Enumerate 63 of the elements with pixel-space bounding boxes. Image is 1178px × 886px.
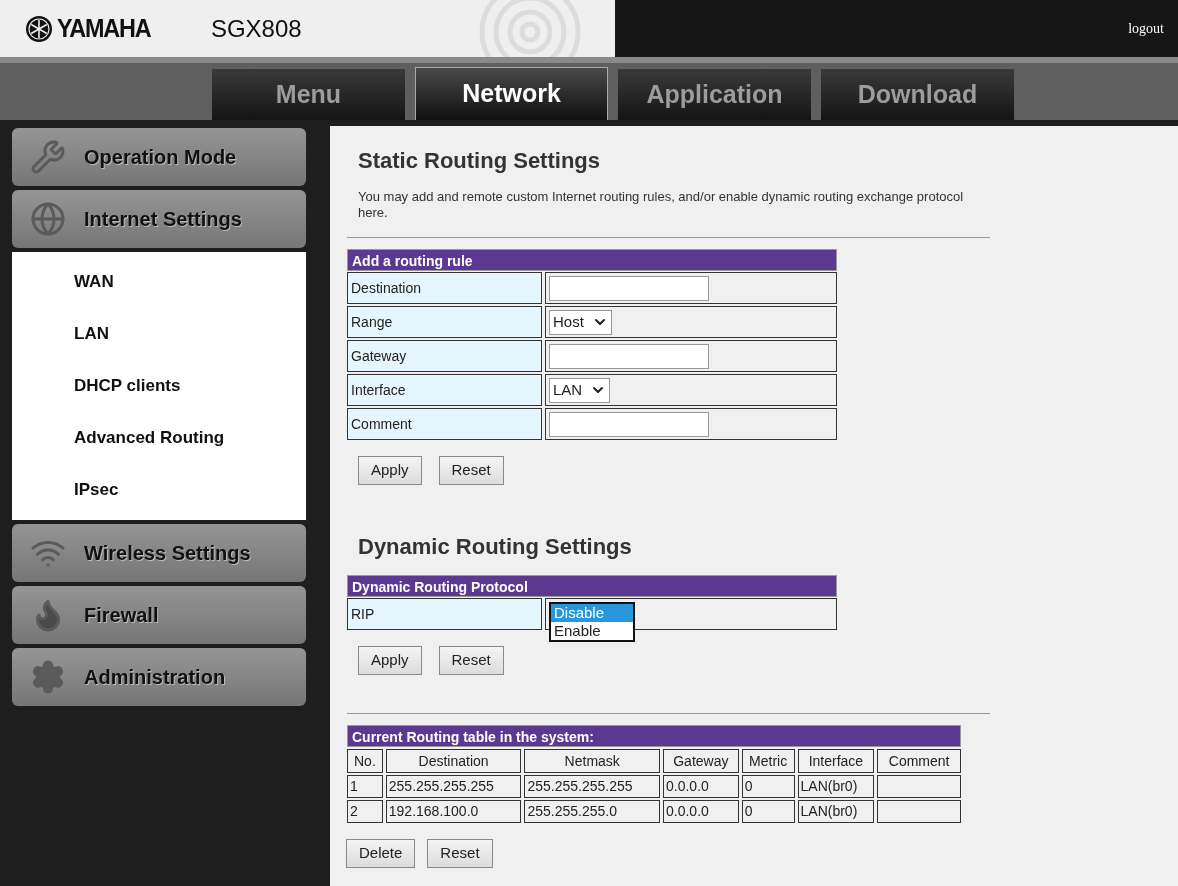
form-button[interactable]: Reset: [438, 456, 504, 485]
field-label: Range: [347, 306, 542, 338]
field-label: RIP: [347, 598, 542, 630]
sidebar-menu-button[interactable]: Wireless Settings: [12, 524, 306, 582]
nav-tab[interactable]: Network: [415, 67, 608, 120]
column-header: Metric: [741, 749, 795, 773]
submenu-item[interactable]: Advanced Routing: [12, 412, 306, 464]
table-cell: LAN(br0): [797, 775, 875, 798]
text-input-field[interactable]: [549, 343, 709, 369]
model-name: SGX808: [210, 13, 302, 44]
brand-logo-text: YAMAHA: [57, 12, 151, 45]
wrench-icon: [30, 139, 66, 175]
text-input-field[interactable]: [549, 275, 709, 301]
submenu-item[interactable]: IPsec: [12, 464, 306, 516]
logout-link[interactable]: logout: [1128, 18, 1164, 39]
field-label: Destination: [347, 272, 542, 304]
submenu-item[interactable]: LAN: [12, 308, 306, 360]
table-header: Add a routing rule: [347, 249, 837, 271]
column-header: Comment: [877, 749, 961, 773]
field-label: Comment: [347, 408, 542, 440]
table-cell: 255.255.255.255: [524, 775, 660, 798]
table-cell: 255.255.255.255: [385, 775, 522, 798]
nav-tab[interactable]: Download: [821, 69, 1014, 120]
column-header: No.: [347, 749, 383, 773]
sidebar-menu-button[interactable]: Firewall: [12, 586, 306, 644]
table-header: Dynamic Routing Protocol: [347, 575, 837, 597]
column-header: Gateway: [663, 749, 739, 773]
table-cell: 255.255.255.0: [524, 800, 660, 823]
table-cell: 0.0.0.0: [663, 775, 739, 798]
section-title: Dynamic Routing Settings: [358, 533, 633, 561]
emblem-icon: [25, 14, 53, 43]
section-description: You may add and remote custom Internet routing rules, and/or enable dynamic routing exchange protocol here.: [358, 189, 965, 221]
field-label: Gateway: [347, 340, 542, 372]
column-header: Destination: [385, 749, 522, 773]
sidebar-menu-button[interactable]: Administration: [12, 648, 306, 706]
table-cell: 0.0.0.0: [663, 800, 739, 823]
text-input-field[interactable]: [549, 411, 709, 437]
table-cell: 0: [741, 800, 795, 823]
nav-tab[interactable]: Menu: [212, 69, 405, 120]
select-dropdown[interactable]: Host: [549, 309, 612, 335]
sidebar-menu-button[interactable]: Operation Mode: [12, 128, 306, 186]
sidebar-menu-button[interactable]: Internet Settings: [12, 190, 306, 248]
table-cell: 1: [347, 775, 383, 798]
column-header: Interface: [797, 749, 875, 773]
table-cell: 2: [347, 800, 383, 823]
submenu-item[interactable]: WAN: [12, 256, 306, 308]
form-button[interactable]: Reset: [438, 646, 504, 675]
form-button[interactable]: Delete: [346, 839, 416, 868]
column-header: Netmask: [524, 749, 660, 773]
field-label: Interface: [347, 374, 542, 406]
globe-icon: [30, 201, 66, 237]
table-cell: 0: [741, 775, 795, 798]
table-cell: LAN(br0): [797, 800, 875, 823]
table-cell: 192.168.100.0: [385, 800, 522, 823]
form-button[interactable]: Apply: [358, 646, 422, 675]
form-button[interactable]: Apply: [358, 456, 422, 485]
table-header: Current Routing table in the system:: [347, 725, 961, 747]
section-title: Static Routing Settings: [358, 147, 601, 175]
submenu-item[interactable]: DHCP clients: [12, 360, 306, 412]
gear-icon: [30, 659, 66, 695]
nav-tab[interactable]: Application: [618, 69, 811, 120]
form-button[interactable]: Reset: [427, 839, 493, 868]
select-dropdown[interactable]: LAN: [549, 377, 611, 403]
